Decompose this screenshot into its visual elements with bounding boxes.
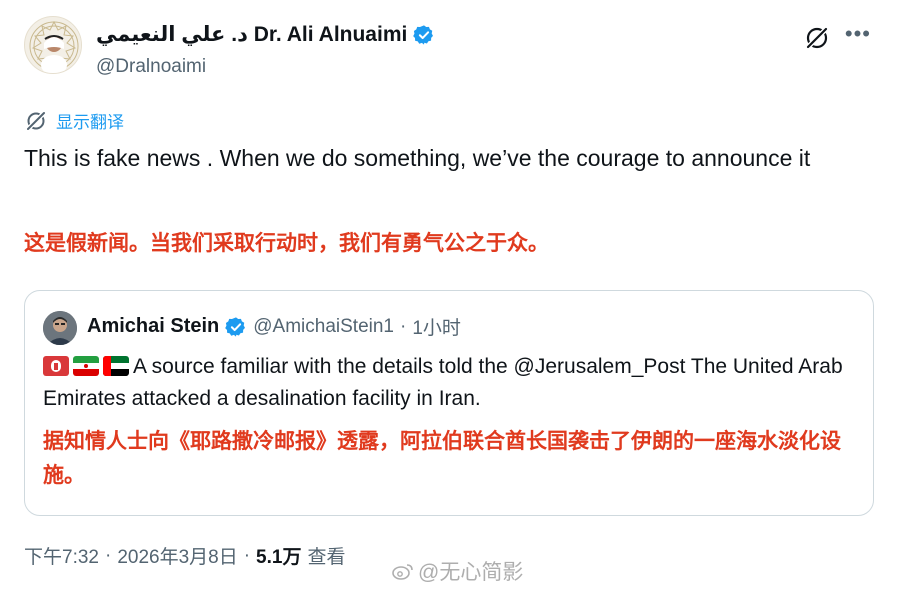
quoted-translation-overlay: 据知情人士向《耶路撒冷邮报》透露，阿拉伯联合酋长国袭击了伊朗的一座海水淡化设施。 — [43, 430, 841, 487]
tweet-text: This is fake news . When we do something… — [24, 145, 811, 171]
tweet-header: د. علي النعيمي Dr. Ali Alnuaimi @Dralnoa… — [24, 16, 879, 84]
siren-emoji-icon — [43, 356, 69, 376]
quoted-avatar-image — [43, 311, 77, 345]
separator-dot: · — [400, 315, 407, 337]
tweet-date[interactable]: 2026年3月8日 — [117, 542, 237, 569]
show-translation[interactable]: 显示翻译 — [24, 108, 124, 133]
author-display-name[interactable]: د. علي النعيمي Dr. Ali Alnuaimi — [96, 22, 407, 47]
verified-badge-icon — [413, 24, 434, 45]
author-name-row: د. علي النعيمي Dr. Ali Alnuaimi — [96, 22, 435, 47]
watermark-text: @无心简影 — [418, 561, 524, 584]
quoted-tweet-text: A source familiar with the details told … — [43, 351, 843, 415]
uae-flag-icon — [103, 356, 129, 376]
tweet-meta: 下午7:32 · 2026年3月8日 · 5.1万 查看 — [24, 542, 345, 569]
avatar-image — [26, 18, 81, 73]
quoted-tweet-card[interactable]: Amichai Stein @AmichaiStein1 · 1小时 A sou… — [24, 290, 874, 516]
weibo-icon — [392, 564, 413, 580]
views-label: 查看 — [307, 547, 346, 568]
quoted-author-handle[interactable]: @AmichaiStein1 — [253, 316, 394, 338]
grok-icon[interactable] — [803, 24, 831, 52]
iran-flag-icon — [73, 356, 99, 376]
verified-badge-icon — [225, 316, 246, 337]
quoted-header: Amichai Stein @AmichaiStein1 · 1小时 — [87, 313, 461, 340]
separator-dot: · — [104, 544, 112, 566]
author-avatar[interactable] — [24, 16, 82, 74]
quoted-author-avatar[interactable] — [43, 311, 77, 345]
more-options-icon[interactable]: ••• — [845, 22, 871, 46]
tweet-time[interactable]: 下午7:32 — [24, 542, 99, 569]
quoted-timestamp[interactable]: 1小时 — [412, 313, 461, 340]
tweet-translation-overlay: 这是假新闻。当我们采取行动时，我们有勇气公之于众。 — [24, 232, 549, 255]
view-count: 5.1万 — [256, 547, 302, 568]
quoted-tweet-body: A source familiar with the details told … — [43, 355, 843, 410]
separator-dot: · — [243, 544, 251, 566]
weibo-watermark: @无心简影 — [392, 556, 523, 586]
author-handle[interactable]: @Dralnoaimi — [96, 56, 206, 78]
show-translation-label[interactable]: 显示翻译 — [56, 108, 124, 133]
grok-translate-icon — [25, 109, 47, 132]
quoted-author-name[interactable]: Amichai Stein — [87, 315, 219, 338]
